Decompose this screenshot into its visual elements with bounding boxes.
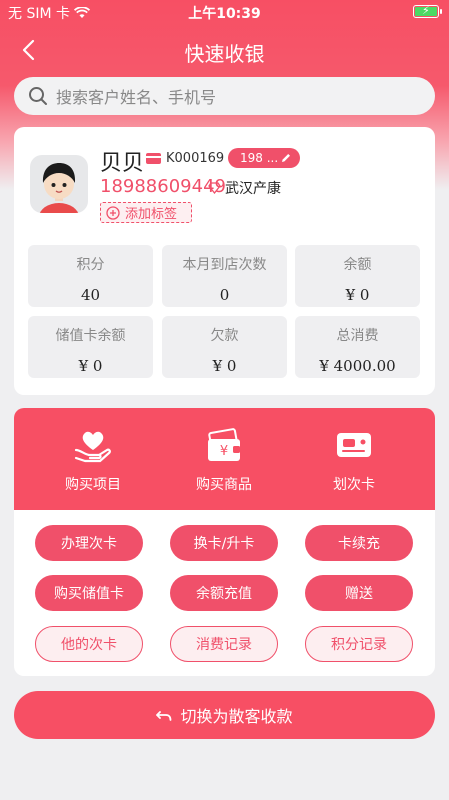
diamond-icon — [208, 182, 221, 194]
switch-label: 切换为散客收款 — [180, 707, 293, 726]
status-bar: 无 SIM 卡 上午10:39 ⚡ — [0, 0, 449, 24]
tag-pill-text: 198 ... — [240, 151, 279, 165]
gift-button[interactable]: 赠送 — [305, 575, 413, 611]
stat-balance: 余额 ¥ 0 — [295, 245, 420, 307]
stat-value: ¥ 0 — [212, 357, 237, 375]
stat-value: 40 — [80, 286, 101, 304]
stat-label: 欠款 — [210, 328, 239, 344]
open-count-card-button[interactable]: 办理次卡 — [35, 525, 143, 561]
switch-walkin-button[interactable]: 切换为散客收款 — [14, 691, 435, 739]
customer-store: 武汉产康 — [208, 178, 281, 198]
avatar — [30, 155, 88, 213]
money-wallet-icon: ¥ — [208, 428, 240, 461]
punch-card-button[interactable]: 划次卡 — [294, 428, 414, 494]
nav-bar: 快速收银 — [0, 30, 449, 70]
edit-icon — [282, 154, 290, 162]
battery-icon: ⚡ — [413, 4, 442, 18]
action-label: 划次卡 — [333, 477, 375, 493]
change-upgrade-card-button[interactable]: 换卡/升卡 — [170, 525, 278, 561]
svg-text:¥: ¥ — [220, 444, 228, 459]
action-card: 购买项目 ¥ 购买商品 划次卡 办理次卡 换卡/升卡 卡续充 购买储值卡 余额充… — [14, 408, 435, 676]
search-placeholder: 搜索客户姓名、手机号 — [56, 88, 217, 107]
stat-value: ¥ 4000.00 — [319, 357, 396, 375]
card-recharge-button[interactable]: 卡续充 — [305, 525, 413, 561]
action-label: 购买商品 — [196, 477, 252, 493]
card-number-chip: K000169 — [146, 151, 224, 166]
buy-project-button[interactable]: 购买项目 — [33, 428, 153, 494]
stat-label: 本月到店次数 — [182, 257, 267, 273]
stat-label: 总消费 — [336, 328, 379, 344]
stat-label: 积分 — [76, 257, 105, 273]
card-number: K000169 — [166, 151, 225, 166]
page-title: 快速收银 — [184, 42, 265, 66]
customer-name: 贝贝 — [100, 151, 145, 176]
store-name: 武汉产康 — [225, 181, 281, 197]
action-header: 购买项目 ¥ 购买商品 划次卡 — [14, 408, 435, 510]
stat-value: ¥ 0 — [345, 286, 370, 304]
action-label: 购买项目 — [65, 477, 121, 493]
plus-circle-icon — [106, 205, 120, 220]
stat-label: 余额 — [343, 257, 372, 273]
search-icon — [29, 87, 47, 105]
stat-stored-card: 储值卡余额 ¥ 0 — [28, 316, 153, 378]
customer-tag-pill[interactable]: 198 ... — [228, 148, 300, 168]
stat-total-spend: 总消费 ¥ 4000.00 — [295, 316, 420, 378]
stat-points: 积分 40 — [28, 245, 153, 307]
status-time: 上午10:39 — [188, 6, 261, 22]
points-records-button[interactable]: 积分记录 — [305, 626, 413, 662]
add-tag-button[interactable]: 添加标签 — [100, 202, 192, 223]
buy-product-button[interactable]: ¥ 购买商品 — [164, 428, 284, 494]
consumption-records-button[interactable]: 消费记录 — [170, 626, 278, 662]
stat-value: ¥ 0 — [78, 357, 103, 375]
heart-hand-icon — [74, 431, 111, 463]
his-count-cards-button[interactable]: 他的次卡 — [35, 626, 143, 662]
member-card-icon — [146, 153, 161, 164]
buy-stored-card-button[interactable]: 购买储值卡 — [35, 575, 143, 611]
stat-value: 0 — [219, 286, 230, 304]
search-input[interactable]: 搜索客户姓名、手机号 — [14, 77, 435, 115]
balance-topup-button[interactable]: 余额充值 — [170, 575, 278, 611]
stat-debt: 欠款 ¥ 0 — [162, 316, 287, 378]
undo-arrow-icon — [156, 711, 172, 721]
customer-card: 贝贝 K000169 198 ... 18988609449 武汉产康 添加标签… — [14, 127, 435, 395]
stat-label: 储值卡余额 — [55, 328, 126, 344]
stat-visits: 本月到店次数 0 — [162, 245, 287, 307]
add-tag-label: 添加标签 — [125, 207, 178, 222]
card-icon — [337, 433, 371, 457]
